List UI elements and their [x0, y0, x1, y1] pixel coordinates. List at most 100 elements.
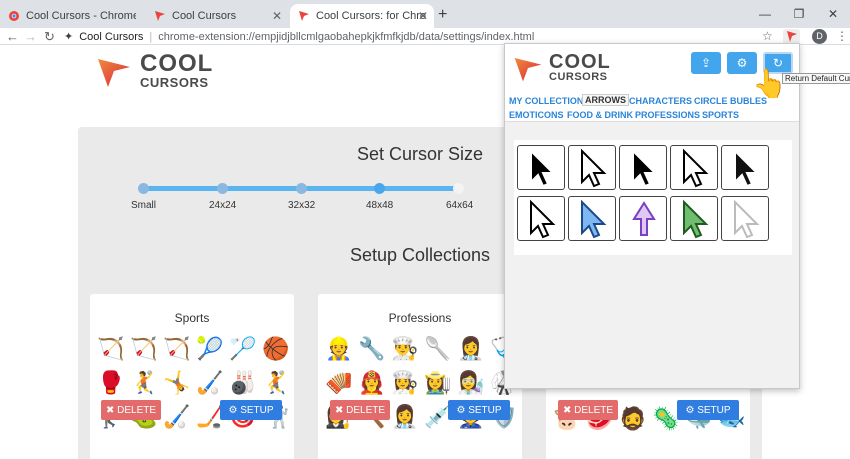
cursor-preview: 🏹 — [97, 336, 125, 361]
arrow-cursor-icon — [683, 199, 709, 239]
new-tab-button[interactable]: + — [438, 6, 447, 24]
tab-characters[interactable]: CHARACTERS — [629, 96, 692, 106]
upload-button[interactable]: ⇪ — [691, 52, 721, 74]
size-label: 24x24 — [209, 200, 237, 211]
close-icon: ✖ — [105, 404, 118, 416]
cursor-preview: 🤾 — [262, 370, 290, 395]
cursor-option-half-black[interactable] — [517, 196, 565, 241]
button-label: DELETE — [574, 404, 614, 416]
size-slider-stop[interactable] — [453, 183, 464, 194]
popup-logo: COOL CURSORS — [513, 52, 611, 83]
cursor-option-green[interactable] — [670, 196, 718, 241]
back-arrow-icon[interactable]: ← — [6, 28, 19, 45]
delete-collection-button[interactable]: ✖ DELETE — [558, 400, 618, 420]
tooltip: Return Default Cursor — [782, 73, 850, 84]
cursor-preview: 👷 — [325, 336, 353, 361]
close-window-button[interactable]: ✕ — [816, 0, 850, 28]
size-slider-stop[interactable] — [296, 183, 307, 194]
menu-icon[interactable]: ⋮ — [836, 28, 848, 45]
cursor-shape — [581, 148, 607, 188]
delete-collection-button[interactable]: ✖ DELETE — [101, 400, 161, 420]
puzzle-icon: ✦ — [64, 31, 74, 43]
cool-cursors-extension-button[interactable] — [783, 29, 800, 44]
cursor-preview: 🏑 — [196, 370, 224, 395]
cursor-option-black-thin[interactable] — [721, 145, 769, 190]
cursor-logo-icon — [98, 58, 130, 87]
collection-card-sports: Sports 🏹 🏹 🏹 🎾 🏸 🏀 🥊 🤾 🤸 🏑 🎳 🤾 🏌 ⛳ 🏑 🏒 🎯… — [90, 294, 294, 459]
browser-tab-web-store[interactable]: Cool Cursors - Chrome Web Store — [0, 4, 144, 28]
button-label: DELETE — [346, 404, 386, 416]
delete-collection-button[interactable]: ✖ DELETE — [330, 400, 390, 420]
cursor-logo-icon — [514, 57, 542, 81]
tab-title: Cool Cursors — [172, 10, 237, 22]
logo-line2: CURSORS — [549, 71, 608, 83]
logo-line2: CURSORS — [140, 75, 209, 90]
cursor-preview: 🥊 — [97, 370, 125, 395]
setup-collection-button[interactable]: ⚙ SETUP — [677, 400, 739, 420]
forward-arrow-icon[interactable]: → — [24, 28, 37, 45]
cursor-shape — [530, 199, 556, 239]
cursor-preview: 👩‍⚕️ — [391, 404, 419, 429]
tab-my-collection[interactable]: MY COLLECTION — [509, 96, 583, 106]
size-slider-stop[interactable] — [217, 183, 228, 194]
cursor-option-purple-up[interactable] — [619, 196, 667, 241]
size-slider-handle[interactable] — [374, 183, 385, 194]
tab-title: Cool Cursors: for Chrome™ — [316, 10, 426, 22]
cursor-shape — [734, 148, 760, 188]
tab-sports[interactable]: SPORTS — [702, 110, 739, 120]
tab-arrows[interactable]: ARROWS — [582, 94, 629, 106]
cursor-shape — [530, 148, 556, 188]
cursor-preview: 🏀 — [262, 336, 290, 361]
cursor-preview: 🪗 — [325, 370, 353, 395]
button-label: DELETE — [117, 404, 157, 416]
close-icon: ✖ — [334, 404, 347, 416]
tab-title: Cool Cursors - Chrome Web Store — [26, 10, 136, 22]
cursor-option-black-classic[interactable] — [619, 145, 667, 190]
minimize-button[interactable]: — — [748, 0, 782, 28]
maximize-button[interactable]: ❐ — [782, 0, 816, 28]
cursor-preview: 👩‍🍳 — [391, 370, 419, 395]
logo-line1: COOL — [549, 51, 611, 73]
cursor-preview: 🏹 — [163, 336, 191, 361]
divider: | — [149, 30, 153, 43]
cursor-option-black-bold[interactable] — [517, 145, 565, 190]
cursor-preview: 🎳 — [229, 370, 257, 395]
browser-tab-cool-cursors[interactable]: Cool Cursors ✕ — [146, 4, 288, 28]
cursor-preview: 🏑 — [163, 404, 191, 429]
cursor-preview: 👩‍🚒 — [358, 370, 386, 395]
cursor-option-blue-sparkle[interactable] — [568, 196, 616, 241]
close-tab-icon[interactable]: ✕ — [272, 9, 282, 23]
gears-icon: ⚙ — [456, 404, 469, 416]
arrow-cursor-icon — [734, 148, 760, 188]
cursor-preview: 🤸 — [163, 370, 191, 395]
tab-food-drink[interactable]: FOOD & DRINK — [567, 110, 633, 120]
cursor-shape — [581, 199, 607, 239]
cursor-option-light-grey[interactable] — [721, 196, 769, 241]
arrow-cursor-icon — [632, 201, 656, 236]
cursor-shape — [632, 148, 658, 188]
arrow-cursor-icon — [530, 148, 556, 188]
cursor-size-title: Set Cursor Size — [356, 144, 484, 164]
profile-avatar[interactable]: D — [812, 29, 827, 44]
size-slider-stop[interactable] — [138, 183, 149, 194]
cursor-preview: 👨‍🍳 — [391, 336, 419, 361]
browser-tab-strip: Cool Cursors - Chrome Web Store Cool Cur… — [0, 0, 850, 28]
reload-icon[interactable]: ↻ — [44, 28, 55, 45]
cursor-preview: 👩‍🔬 — [457, 370, 485, 395]
setup-collection-button[interactable]: ⚙ SETUP — [448, 400, 510, 420]
cursor-preview: 🔧 — [358, 336, 386, 361]
cursor-shape — [632, 201, 656, 236]
button-label: SETUP — [240, 404, 274, 416]
browser-tab-settings[interactable]: Cool Cursors: for Chrome™ ✕ — [290, 4, 434, 28]
button-label: SETUP — [468, 404, 502, 416]
setup-collection-button[interactable]: ⚙ SETUP — [220, 400, 282, 420]
cool-cursors-icon — [787, 31, 797, 42]
cursor-option-white-small[interactable] — [670, 145, 718, 190]
gears-icon: ⚙ — [685, 404, 698, 416]
close-tab-icon[interactable]: ✕ — [418, 9, 428, 23]
tab-emoticons[interactable]: EMOTICONS — [509, 110, 564, 120]
tab-professions[interactable]: PROFESSIONS — [635, 110, 700, 120]
cursor-preview: 👩‍🌾 — [424, 370, 452, 395]
cursor-option-white-outline[interactable] — [568, 145, 616, 190]
arrow-cursor-icon — [632, 148, 658, 188]
